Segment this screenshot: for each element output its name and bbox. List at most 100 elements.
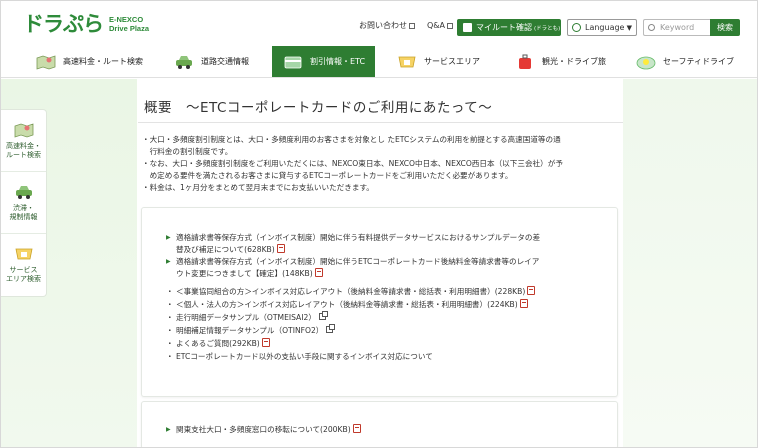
link-text: ＜事業協同組合の方＞インボイス対応レイアウト（後納料金等請求書・総括表・利用明細… [176, 287, 526, 296]
dot-bullet: ・ [166, 287, 174, 296]
logo-sub-line2: Drive Plaza [109, 24, 150, 33]
logo-subtext: E-NEXCO Drive Plaza [109, 15, 149, 33]
dot-bullet: ・ [166, 300, 174, 309]
side-label-line1: 渋滞・ [13, 203, 34, 212]
link-text: 替及び補足について(628KB) [176, 245, 275, 254]
external-link-icon [409, 22, 415, 29]
side-quick-nav: 高速料金・ ルート検索 渋滞・ 規制情報 サービス エリア検索 [1, 109, 47, 297]
site-logo[interactable]: ドラぷら E-NEXCO Drive Plaza [23, 13, 149, 35]
key-icon [463, 23, 472, 32]
intro-line: 行料金の割引制度です。 [142, 147, 233, 156]
logo-wordmark: ドラぷら [23, 12, 104, 36]
dot-bullet: ・ [166, 339, 174, 348]
my-route-sublabel: (ドラとも) [534, 25, 561, 32]
link-text: 適格請求書等保存方式（インボイス制度）開始に伴う有料提供データサービスにおけるサ… [176, 233, 541, 242]
top-links: お問い合わせ Q&A [359, 20, 454, 31]
link-item[interactable]: ・ よくあるご質問(292KB) [164, 338, 600, 350]
triangle-bullet-icon: ▶ [166, 258, 171, 265]
side-item-toll-route[interactable]: 高速料金・ ルート検索 [1, 110, 46, 172]
nav-item-sightseeing[interactable]: 観光・ドライブ旅 [514, 46, 606, 77]
search-placeholder: Keyword [660, 23, 695, 32]
pdf-icon [276, 244, 285, 253]
nav-item-traffic[interactable]: 道路交通情報 [173, 46, 249, 77]
notice-card: ▶ 関東支社大口・多頻度窓口の移転について(200KB) [141, 401, 618, 447]
nav-label: 観光・ドライブ旅 [542, 57, 606, 66]
contact-link[interactable]: お問い合わせ [359, 20, 415, 31]
qa-label: Q&A [427, 21, 446, 30]
nav-item-toll-route[interactable]: 高速料金・ルート検索 [35, 46, 143, 77]
right-background [623, 79, 757, 447]
external-link-icon [326, 324, 336, 333]
dot-bullet: ・ [166, 352, 174, 361]
map-icon [13, 122, 35, 138]
suitcase-icon [514, 54, 536, 70]
intro-line: め定める要件を満たされるお客さまに貸与するETCコーポレートカードをご利用いただ… [142, 171, 513, 180]
link-item[interactable]: ・ ETCコーポレートカード以外の支払い手段に関するインボイス対応について [164, 351, 600, 363]
intro-line: ・なお、大口・多頻度割引制度をご利用いただくには、NEXCO東日本、NEXCO中… [142, 159, 563, 168]
link-text: 適格請求書等保存方式（インボイス制度）開始に伴うETCコーポレートカード後納料金… [176, 257, 540, 266]
site-header: ドラぷら E-NEXCO Drive Plaza お問い合わせ Q&A マイルー… [1, 1, 757, 41]
intro-text: ・大口・多頻度割引制度とは、大口・多頻度利用のお客さまを対象とし たETCシステ… [142, 134, 620, 194]
link-item[interactable]: ・ ＜事業協同組合の方＞インボイス対応レイアウト（後納料金等請求書・総括表・利用… [164, 286, 600, 298]
nav-label: サービスエリア [424, 57, 480, 66]
side-label-line2: エリア検索 [6, 275, 41, 283]
car-icon [173, 54, 195, 70]
link-text: 明細補足情報データサンプル（OTINFO2） [176, 326, 324, 335]
link-text: ＜個人・法人の方＞インボイス対応レイアウト（後納料金等請求書・総括表・利用明細書… [176, 300, 518, 309]
logo-sub-line1: E-NEXCO [109, 15, 144, 24]
safety-icon [635, 54, 657, 70]
nav-label: 割引情報・ETC [310, 57, 366, 66]
pdf-icon [261, 338, 270, 347]
global-nav: 高速料金・ルート検索 道路交通情報 割引情報・ETC サービスエリア 観光・ドラ… [1, 46, 757, 78]
link-item[interactable]: ▶ 適格請求書等保存方式（インボイス制度）開始に伴う有料提供データサービスにおけ… [164, 232, 600, 256]
link-text: よくあるご質問(292KB) [176, 339, 260, 348]
nav-label: 道路交通情報 [201, 57, 249, 66]
side-label-line2: 規制情報 [9, 212, 38, 221]
intro-line: ・大口・多頻度割引制度とは、大口・多頻度利用のお客さまを対象とし たETCシステ… [142, 135, 561, 144]
nav-item-discount-etc[interactable]: 割引情報・ETC [272, 46, 376, 77]
triangle-bullet-icon: ▶ [166, 234, 171, 241]
external-link-icon [447, 22, 454, 29]
triangle-bullet-icon: ▶ [166, 426, 171, 433]
car-icon [13, 184, 35, 200]
title-divider [138, 122, 623, 123]
search-button[interactable]: 検索 [710, 19, 740, 36]
link-item[interactable]: ▶ 関東支社大口・多頻度窓口の移転について(200KB) [164, 424, 600, 436]
external-link-icon [318, 311, 328, 320]
dot-bullet: ・ [166, 313, 174, 322]
card-icon [282, 54, 304, 70]
link-item[interactable]: ・ 走行明細データサンプル（OTMEISAI2） [164, 311, 600, 324]
dot-bullet: ・ [166, 326, 174, 335]
side-item-congestion[interactable]: 渋滞・ 規制情報 [1, 172, 46, 234]
intro-line: ・料金は、1ヶ月分をまとめて翌月末までにお支払いいただきます。 [142, 183, 374, 192]
language-select[interactable]: Language ▼ [567, 19, 637, 36]
side-label-line1: サービス [9, 266, 38, 274]
side-item-service-area[interactable]: サービス エリア検索 [1, 234, 46, 296]
language-label: Language [585, 23, 625, 32]
my-route-label: マイルート確認 [476, 23, 532, 32]
link-text: ETCコーポレートカード以外の支払い手段に関するインボイス対応について [176, 352, 433, 361]
link-item[interactable]: ▶ 適格請求書等保存方式（インボイス制度）開始に伴うETCコーポレートカード後納… [164, 256, 600, 280]
page-title: 概要 ～ETCコーポレートカードのご利用にあたって～ [144, 100, 493, 116]
pdf-icon [314, 268, 323, 277]
side-label-line2: ルート検索 [6, 150, 41, 159]
pdf-icon [527, 286, 536, 295]
contact-label: お問い合わせ [359, 21, 407, 30]
caret-down-icon: ▼ [626, 24, 632, 32]
search-icon [648, 24, 655, 31]
qa-link[interactable]: Q&A [427, 21, 454, 30]
nav-label: セーフティドライブ [663, 57, 735, 66]
link-text: 走行明細データサンプル（OTMEISAI2） [176, 313, 316, 322]
pdf-icon [519, 299, 528, 308]
my-route-button[interactable]: マイルート確認 (ドラとも) [457, 19, 561, 36]
globe-icon [572, 23, 581, 32]
nav-label: 高速料金・ルート検索 [63, 57, 143, 66]
nav-item-service-area[interactable]: サービスエリア [396, 46, 480, 77]
nav-item-safety-drive[interactable]: セーフティドライブ [635, 46, 734, 77]
main-content: 概要 ～ETCコーポレートカードのご利用にあたって～ ・大口・多頻度割引制度とは… [138, 79, 623, 447]
invoice-links-card: ▶ 適格請求書等保存方式（インボイス制度）開始に伴う有料提供データサービスにおけ… [141, 207, 618, 397]
search-input[interactable]: Keyword [643, 19, 711, 36]
link-item[interactable]: ・ ＜個人・法人の方＞インボイス対応レイアウト（後納料金等請求書・総括表・利用明… [164, 299, 600, 311]
service-area-icon [13, 246, 35, 262]
link-item[interactable]: ・ 明細補足情報データサンプル（OTINFO2） [164, 324, 600, 337]
